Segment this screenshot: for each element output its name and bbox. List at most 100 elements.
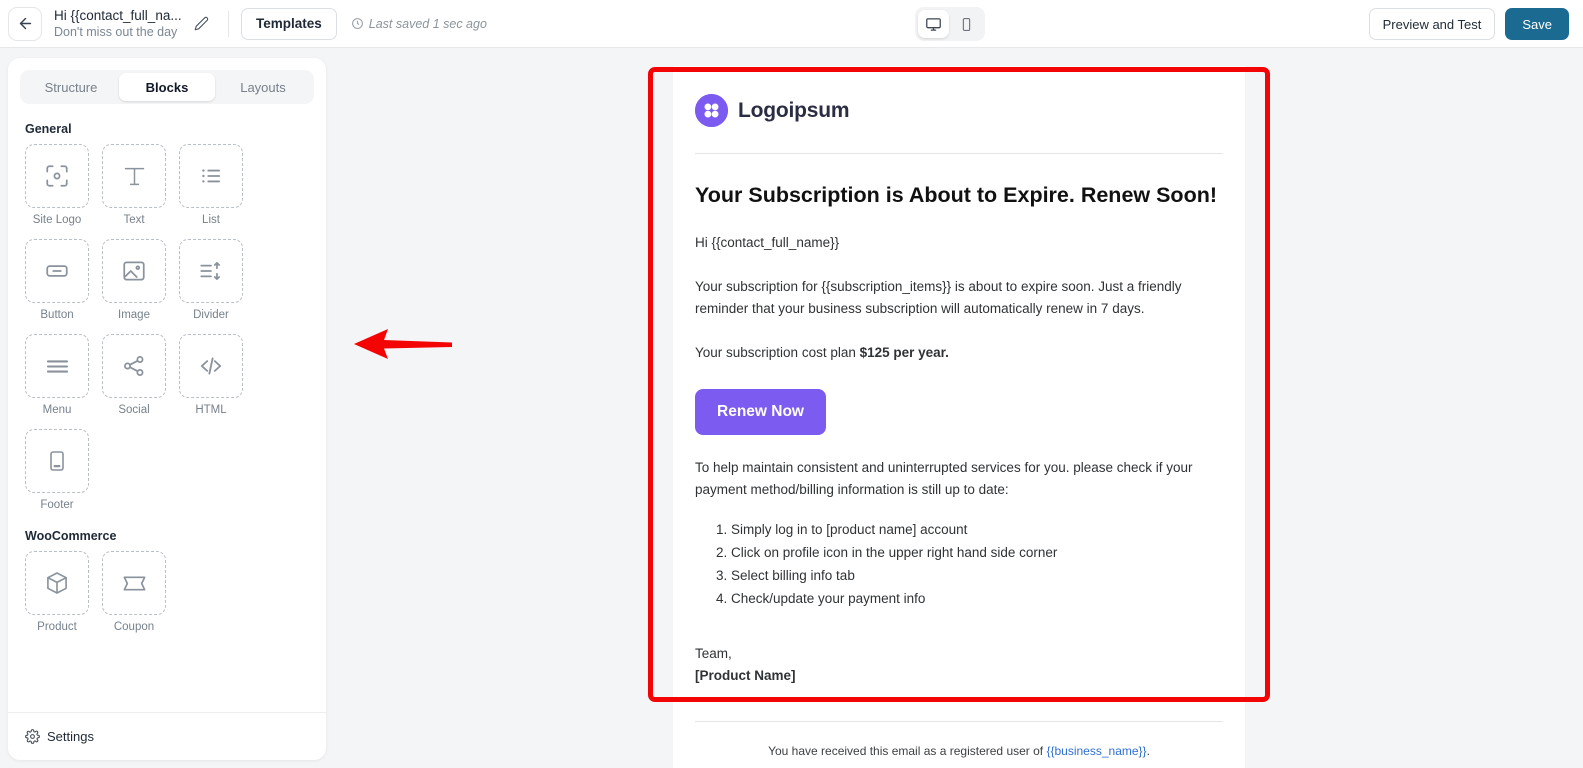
blocks-sidebar: Structure Blocks Layouts General Site Lo… xyxy=(8,58,326,760)
block-divider[interactable]: Divider xyxy=(179,239,243,321)
email-divider-bottom xyxy=(695,720,1223,722)
templates-label: Templates xyxy=(256,16,322,31)
preview-and-test-button[interactable]: Preview and Test xyxy=(1368,8,1496,40)
block-tile xyxy=(25,144,89,208)
email-logo-text: Logoipsum xyxy=(738,98,850,122)
block-label: HTML xyxy=(195,404,227,416)
social-share-icon xyxy=(124,356,144,376)
email-cost-paragraph[interactable]: Your subscription cost plan $125 per yea… xyxy=(695,342,1223,364)
back-button[interactable] xyxy=(8,6,42,41)
business-name-link[interactable]: {{business_name}} xyxy=(1046,744,1146,758)
settings-label: Settings xyxy=(47,729,94,744)
block-list[interactable]: List xyxy=(179,144,243,226)
block-social[interactable]: Social xyxy=(102,334,166,416)
list-item: Click on profile icon in the upper right… xyxy=(731,542,1223,565)
coupon-ticket-icon xyxy=(123,575,145,591)
block-tile xyxy=(102,334,166,398)
logoipsum-icon xyxy=(695,94,728,127)
email-preview-sheet: Logoipsum Your Subscription is About to … xyxy=(673,66,1245,768)
block-grid-general: Site Logo Text List Button Image Divider… xyxy=(20,144,314,511)
list-icon xyxy=(202,169,221,183)
text-icon xyxy=(124,167,144,185)
email-greeting[interactable]: Hi {{contact_full_name}} xyxy=(695,232,1223,254)
save-label: Save xyxy=(1522,16,1552,32)
gear-icon xyxy=(25,729,40,744)
block-coupon[interactable]: Coupon xyxy=(102,551,166,633)
block-tile xyxy=(25,334,89,398)
block-image[interactable]: Image xyxy=(102,239,166,321)
blocks-panel-body: General Site Logo Text List Button Image… xyxy=(8,104,326,712)
email-logo-block[interactable]: Logoipsum xyxy=(695,94,1223,127)
block-label: Text xyxy=(123,214,145,226)
tab-structure[interactable]: Structure xyxy=(23,73,119,101)
block-label: List xyxy=(202,214,220,226)
renew-now-button[interactable]: Renew Now xyxy=(695,389,826,436)
divider-icon xyxy=(200,262,220,280)
save-button[interactable]: Save xyxy=(1505,8,1569,40)
arrow-left-icon xyxy=(19,17,31,30)
block-grid-woocommerce: Product Coupon xyxy=(20,551,314,633)
email-signature[interactable]: Team, [Product Name] xyxy=(695,643,1223,687)
block-product[interactable]: Product xyxy=(25,551,89,633)
block-label: Image xyxy=(118,309,150,321)
email-paragraph-1[interactable]: Your subscription for {{subscription_ite… xyxy=(695,276,1223,320)
block-tile xyxy=(102,551,166,615)
block-button[interactable]: Button xyxy=(25,239,89,321)
image-icon xyxy=(123,261,145,281)
save-status: Last saved 1 sec ago xyxy=(351,17,487,31)
block-label: Divider xyxy=(193,309,229,321)
pencil-edit-icon xyxy=(194,16,208,31)
tab-blocks[interactable]: Blocks xyxy=(119,73,215,101)
block-text[interactable]: Text xyxy=(102,144,166,226)
block-tile xyxy=(25,551,89,615)
group-title-general: General xyxy=(25,122,72,136)
email-steps-list[interactable]: Simply log in to [product name] account … xyxy=(731,519,1223,611)
block-menu[interactable]: Menu xyxy=(25,334,89,416)
email-cost-amount: $125 per year. xyxy=(859,344,949,360)
settings-button[interactable]: Settings xyxy=(8,712,326,760)
toolbar-divider xyxy=(228,10,229,37)
block-tile xyxy=(179,144,243,208)
footer-icon xyxy=(50,451,64,471)
email-divider-top xyxy=(695,153,1223,154)
toolbar-actions: Preview and Test Save xyxy=(1368,0,1569,48)
clover-glyph-icon xyxy=(695,94,728,127)
block-label: Social xyxy=(118,404,150,416)
document-title-block: Hi {{contact_full_na... Don't miss out t… xyxy=(54,8,182,40)
email-heading[interactable]: Your Subscription is About to Expire. Re… xyxy=(695,182,1223,210)
page-title: Hi {{contact_full_na... xyxy=(54,7,182,23)
block-tile xyxy=(179,239,243,303)
email-footer-prefix: You have received this email as a regist… xyxy=(768,743,1047,758)
list-item: Select billing info tab xyxy=(731,565,1223,588)
list-item: Check/update your payment info xyxy=(731,588,1223,611)
block-tile xyxy=(25,429,89,493)
block-tile xyxy=(102,144,166,208)
mobile-icon xyxy=(962,17,971,31)
button-icon xyxy=(46,265,68,277)
block-site-logo[interactable]: Site Logo xyxy=(25,144,89,226)
rename-button[interactable] xyxy=(186,9,216,39)
tab-blocks-label: Blocks xyxy=(145,79,189,95)
desktop-view-button[interactable] xyxy=(918,10,949,38)
block-tile xyxy=(102,239,166,303)
mobile-view-button[interactable] xyxy=(951,10,982,38)
tab-structure-label: Structure xyxy=(44,79,98,95)
block-label: Site Logo xyxy=(32,214,82,226)
top-toolbar: Hi {{contact_full_na... Don't miss out t… xyxy=(0,0,1583,48)
email-paragraph-2[interactable]: To help maintain consistent and uninterr… xyxy=(695,457,1223,501)
block-html[interactable]: HTML xyxy=(179,334,243,416)
email-cost-prefix: Your subscription cost plan xyxy=(695,344,860,360)
block-tile xyxy=(179,334,243,398)
tab-layouts-label: Layouts xyxy=(240,79,286,95)
block-label: Menu xyxy=(42,404,72,416)
tab-layouts[interactable]: Layouts xyxy=(215,73,311,101)
clock-icon xyxy=(351,18,363,29)
monitor-icon xyxy=(926,17,941,31)
preview-label: Preview and Test xyxy=(1382,16,1482,32)
block-footer[interactable]: Footer xyxy=(25,429,89,511)
menu-icon xyxy=(46,359,68,373)
templates-button[interactable]: Templates xyxy=(241,7,337,40)
email-footer-suffix: . xyxy=(1146,743,1150,758)
group-title-woocommerce: WooCommerce xyxy=(25,529,117,543)
block-label: Product xyxy=(37,621,77,633)
